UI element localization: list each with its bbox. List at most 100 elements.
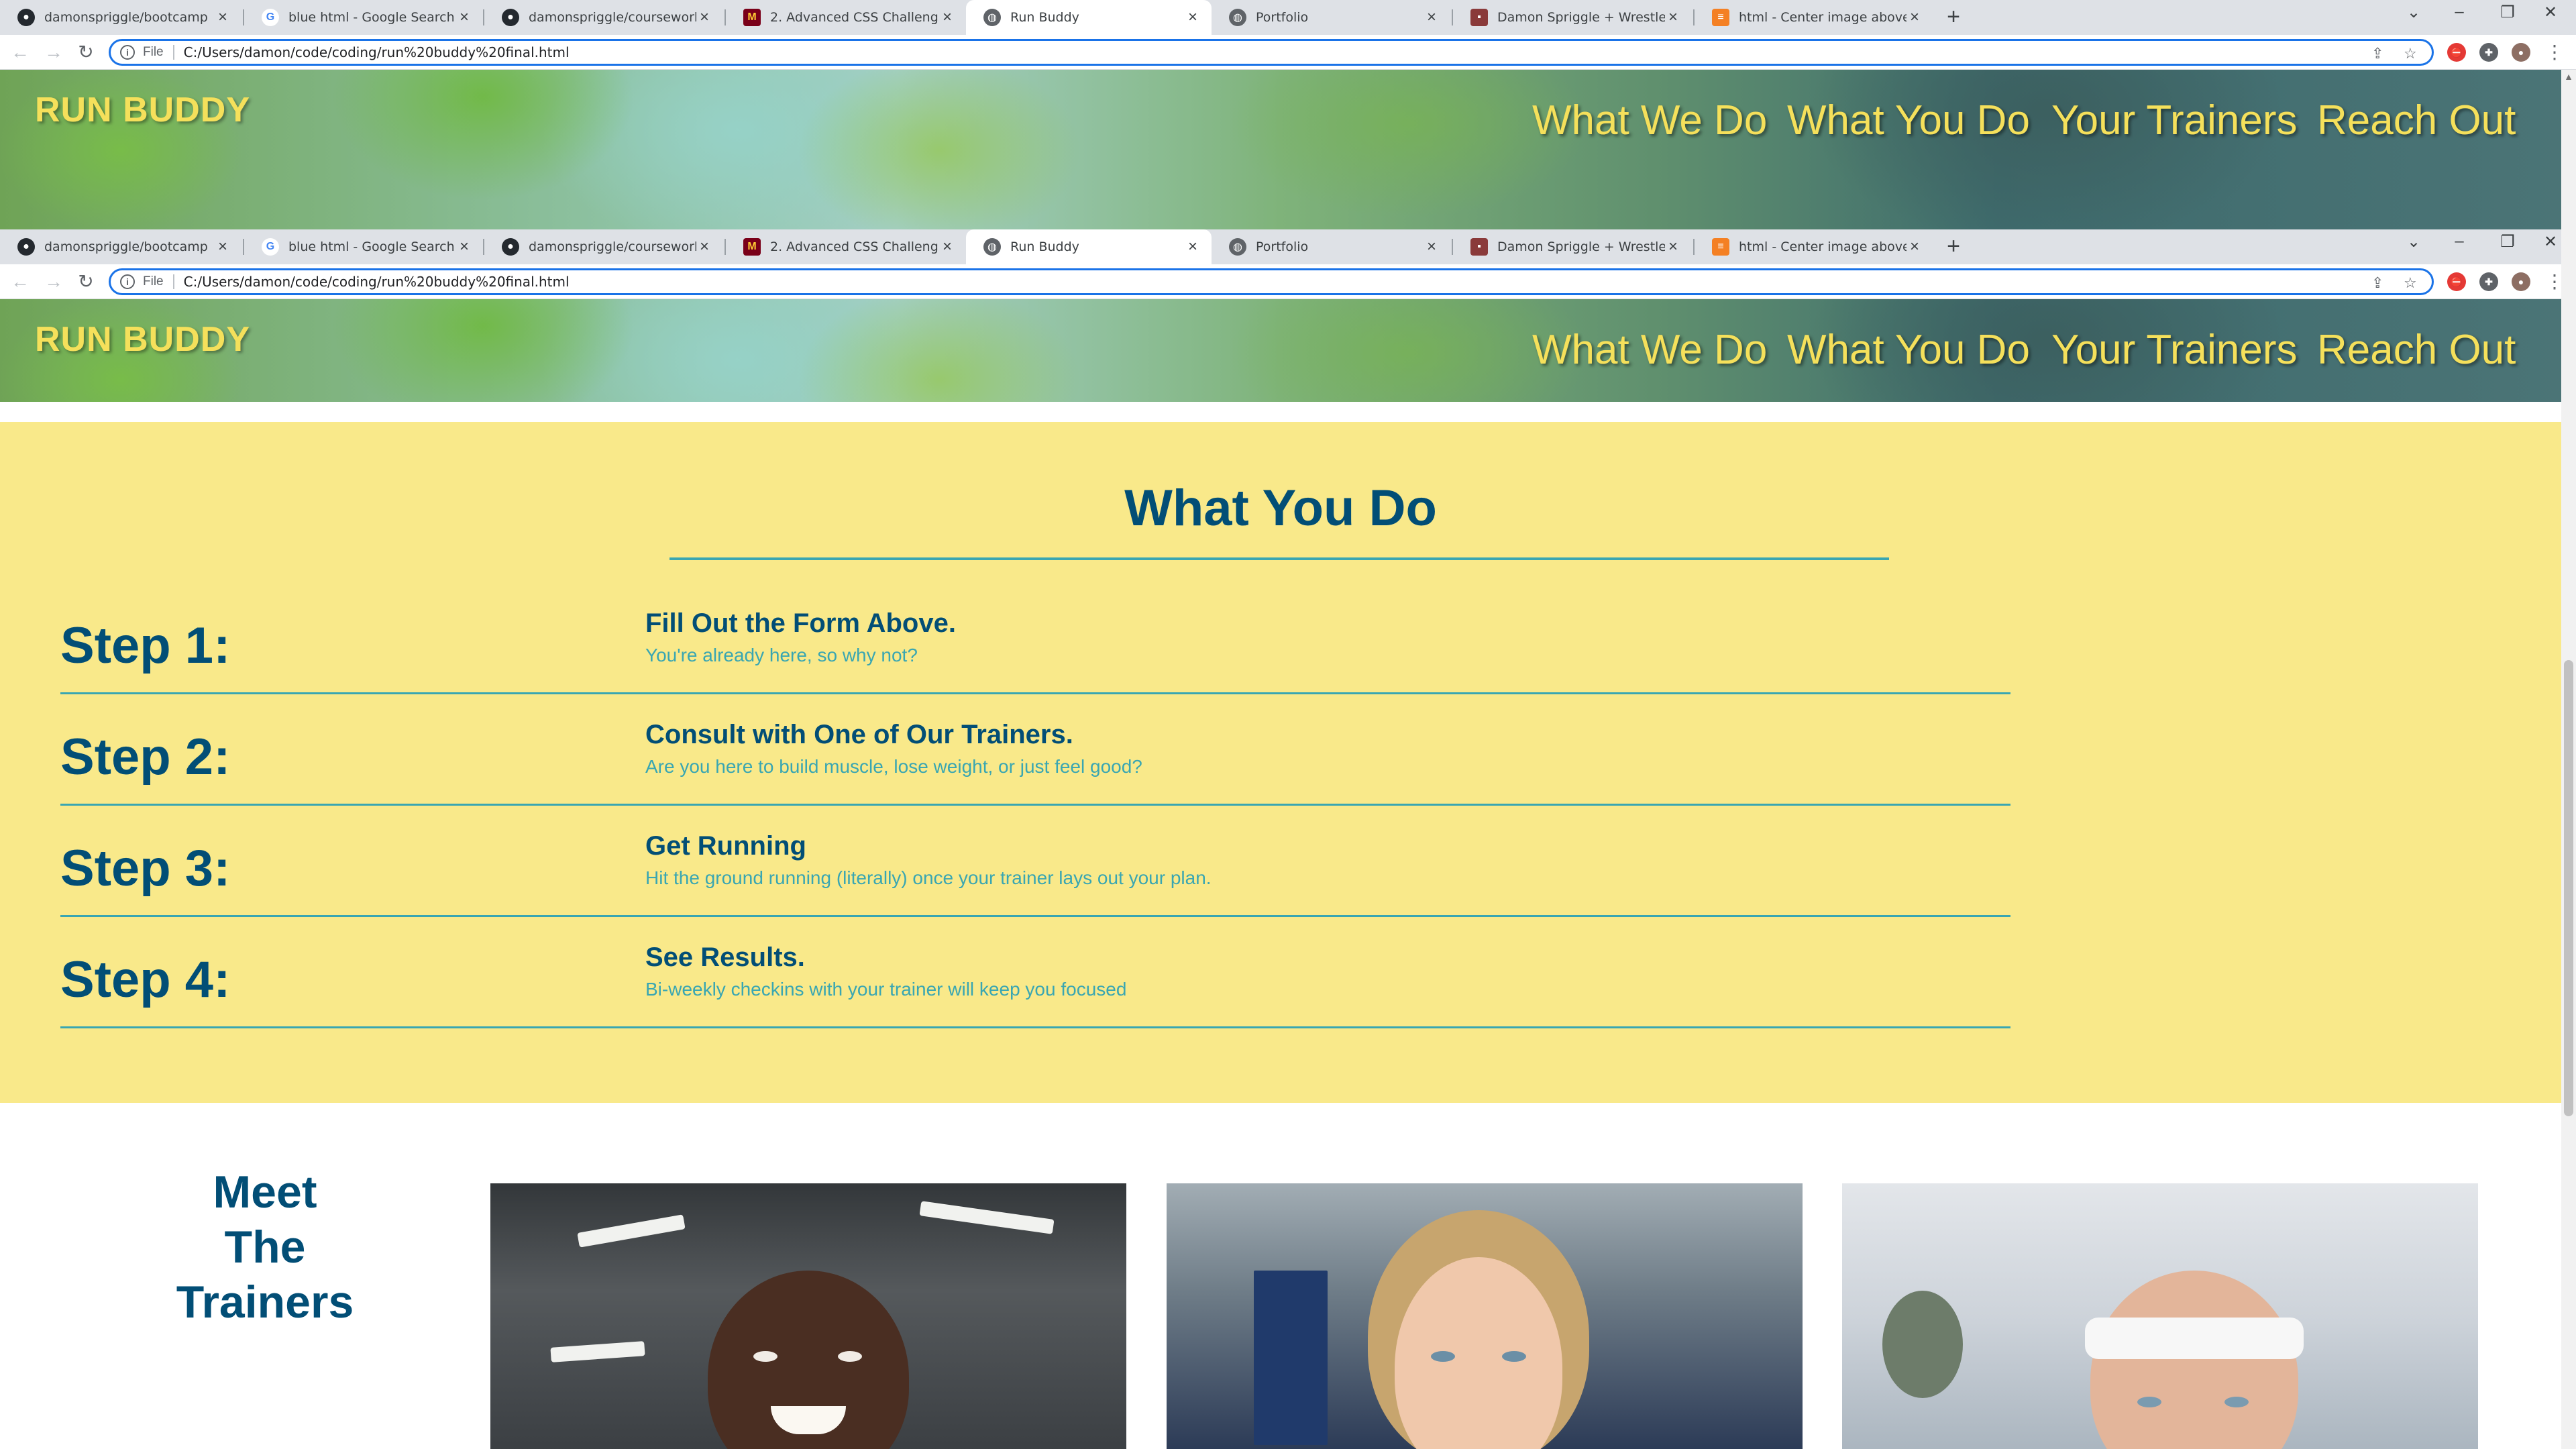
university-logo-icon: M	[743, 9, 761, 26]
close-tab-icon[interactable]: ×	[1905, 237, 1924, 256]
close-tab-icon[interactable]: ×	[1422, 237, 1441, 256]
tab-run-buddy[interactable]: ◍ Run Buddy ×	[966, 229, 1212, 264]
address-bar[interactable]: i File C:/Users/damon/code/coding/run%20…	[109, 39, 2434, 66]
step-label: Step 1:	[60, 617, 231, 674]
brand-logo[interactable]: RUN BUDDY	[35, 90, 250, 130]
close-tab-icon[interactable]: ×	[213, 8, 232, 27]
step-label: Step 2:	[60, 729, 231, 786]
google-icon: G	[262, 238, 279, 256]
url-text[interactable]: C:/Users/damon/code/coding/run%20buddy%2…	[184, 44, 570, 60]
nav-your-trainers[interactable]: Your Trainers	[2051, 97, 2297, 144]
nav-reach-out[interactable]: Reach Out	[2317, 326, 2516, 374]
step-heading: See Results.	[645, 943, 805, 972]
tab-coursework2[interactable]: ● damonspriggle/coursework2 ×	[484, 229, 723, 264]
trainers-title: Meet The Trainers	[134, 1165, 396, 1330]
photo-icon: ▪	[1470, 238, 1488, 256]
step-description: Hit the ground running (literally) once …	[645, 867, 1212, 888]
browser-toolbar: ← → ↻ i File C:/Users/damon/code/coding/…	[0, 35, 2576, 70]
step-4: Step 4: See Results. Bi-weekly checkins …	[60, 917, 2010, 1028]
nav-your-trainers[interactable]: Your Trainers	[2051, 326, 2297, 374]
close-tab-icon[interactable]: ×	[1183, 237, 1202, 256]
close-tab-icon[interactable]: ×	[455, 237, 474, 256]
close-tab-icon[interactable]: ×	[695, 237, 714, 256]
gym-window	[1254, 1271, 1328, 1445]
nav-what-you-do[interactable]: What You Do	[1787, 97, 2030, 144]
trainer-eye	[2224, 1397, 2249, 1407]
tab-css-challenge[interactable]: M 2. Advanced CSS Challenge: Profi ×	[726, 229, 966, 264]
scroll-up-icon[interactable]: ▲	[2561, 71, 2576, 82]
nav-what-we-do[interactable]: What We Do	[1532, 326, 1767, 374]
bookmark-star-icon[interactable]: ☆	[2404, 45, 2417, 62]
tab-css-challenge[interactable]: M 2. Advanced CSS Challenge: Profi ×	[726, 0, 966, 35]
extensions-puzzle-icon[interactable]: ✚	[2479, 43, 2498, 62]
reload-icon[interactable]: ↻	[74, 270, 98, 294]
tab-google-search[interactable]: G blue html - Google Search ×	[244, 0, 483, 35]
globe-icon: ◍	[1229, 238, 1246, 256]
tab-bootcamp[interactable]: ● damonspriggle/bootcamp ×	[0, 0, 241, 35]
nav-what-we-do[interactable]: What We Do	[1532, 97, 1767, 144]
trainer-photo-1	[490, 1183, 1126, 1449]
scheme-label: File	[143, 274, 164, 288]
close-tab-icon[interactable]: ×	[1422, 8, 1441, 27]
browser-menu-icon[interactable]: ⋮	[2542, 40, 2567, 64]
close-tab-icon[interactable]: ×	[938, 8, 957, 27]
close-tab-icon[interactable]: ×	[938, 237, 957, 256]
nav-what-you-do[interactable]: What You Do	[1787, 326, 2030, 374]
tab-search-icon[interactable]: ⌄	[2400, 3, 2427, 22]
forward-icon[interactable]: →	[42, 40, 66, 64]
site-info-icon[interactable]: i	[120, 45, 135, 60]
profile-avatar-icon[interactable]: ●	[2512, 43, 2530, 62]
close-tab-icon[interactable]: ×	[1183, 8, 1202, 27]
page-scrollbar[interactable]: ▲	[2561, 70, 2576, 1449]
extensions-puzzle-icon[interactable]: ✚	[2479, 272, 2498, 291]
trainers-title-line: Trainers	[176, 1277, 354, 1328]
tab-coursework2[interactable]: ● damonspriggle/coursework2 ×	[484, 0, 723, 35]
tab-google-search[interactable]: G blue html - Google Search ×	[244, 229, 483, 264]
adblock-extension-icon[interactable]: ⛔	[2447, 43, 2466, 62]
tab-wrestlers[interactable]: ▪ Damon Spriggle + Wrestlers Dat ×	[1453, 229, 1692, 264]
tab-run-buddy[interactable]: ◍ Run Buddy ×	[966, 0, 1212, 35]
adblock-extension-icon[interactable]: ⛔	[2447, 272, 2466, 291]
share-icon[interactable]: ⇪	[2371, 45, 2383, 62]
tab-portfolio[interactable]: ◍ Portfolio ×	[1212, 0, 1450, 35]
tab-wrestlers[interactable]: ▪ Damon Spriggle + Wrestlers Dat ×	[1453, 0, 1692, 35]
scrollbar-thumb[interactable]	[2564, 660, 2573, 1116]
close-window-icon[interactable]: ✕	[2537, 232, 2564, 252]
tab-portfolio[interactable]: ◍ Portfolio ×	[1212, 229, 1450, 264]
step-3: Step 3: Get Running Hit the ground runni…	[60, 806, 2010, 917]
profile-avatar-icon[interactable]: ●	[2512, 272, 2530, 291]
close-tab-icon[interactable]: ×	[455, 8, 474, 27]
close-tab-icon[interactable]: ×	[1664, 237, 1682, 256]
close-window-icon[interactable]: ✕	[2537, 3, 2564, 22]
title-underline	[669, 557, 1889, 560]
tab-bootcamp[interactable]: ● damonspriggle/bootcamp ×	[0, 229, 241, 264]
restore-icon[interactable]: ❐	[2494, 232, 2521, 252]
step-heading: Fill Out the Form Above.	[645, 608, 956, 638]
reload-icon[interactable]: ↻	[74, 40, 98, 64]
background-plant	[1882, 1291, 1963, 1398]
omnibox-divider	[172, 45, 174, 60]
nav-reach-out[interactable]: Reach Out	[2317, 97, 2516, 144]
close-tab-icon[interactable]: ×	[1664, 8, 1682, 27]
url-text[interactable]: C:/Users/damon/code/coding/run%20buddy%2…	[184, 274, 570, 290]
minimize-icon[interactable]: –	[2446, 3, 2473, 21]
tab-search-icon[interactable]: ⌄	[2400, 232, 2427, 252]
address-bar[interactable]: i File C:/Users/damon/code/coding/run%20…	[109, 268, 2434, 295]
minimize-icon[interactable]: –	[2446, 232, 2473, 251]
restore-icon[interactable]: ❐	[2494, 3, 2521, 22]
share-icon[interactable]: ⇪	[2371, 274, 2383, 292]
tab-stackoverflow[interactable]: ≡ html - Center image above text ×	[1695, 0, 1933, 35]
close-tab-icon[interactable]: ×	[1905, 8, 1924, 27]
bookmark-star-icon[interactable]: ☆	[2404, 274, 2417, 292]
forward-icon[interactable]: →	[42, 270, 66, 294]
back-icon[interactable]: ←	[8, 40, 32, 64]
close-tab-icon[interactable]: ×	[213, 237, 232, 256]
brand-logo[interactable]: RUN BUDDY	[35, 319, 250, 360]
back-icon[interactable]: ←	[8, 270, 32, 294]
new-tab-button[interactable]: +	[1941, 5, 1966, 30]
tab-stackoverflow[interactable]: ≡ html - Center image above text ×	[1695, 229, 1933, 264]
new-tab-button[interactable]: +	[1941, 235, 1966, 259]
trainers-section: Meet The Trainers	[0, 1103, 2561, 1449]
close-tab-icon[interactable]: ×	[695, 8, 714, 27]
site-info-icon[interactable]: i	[120, 274, 135, 289]
